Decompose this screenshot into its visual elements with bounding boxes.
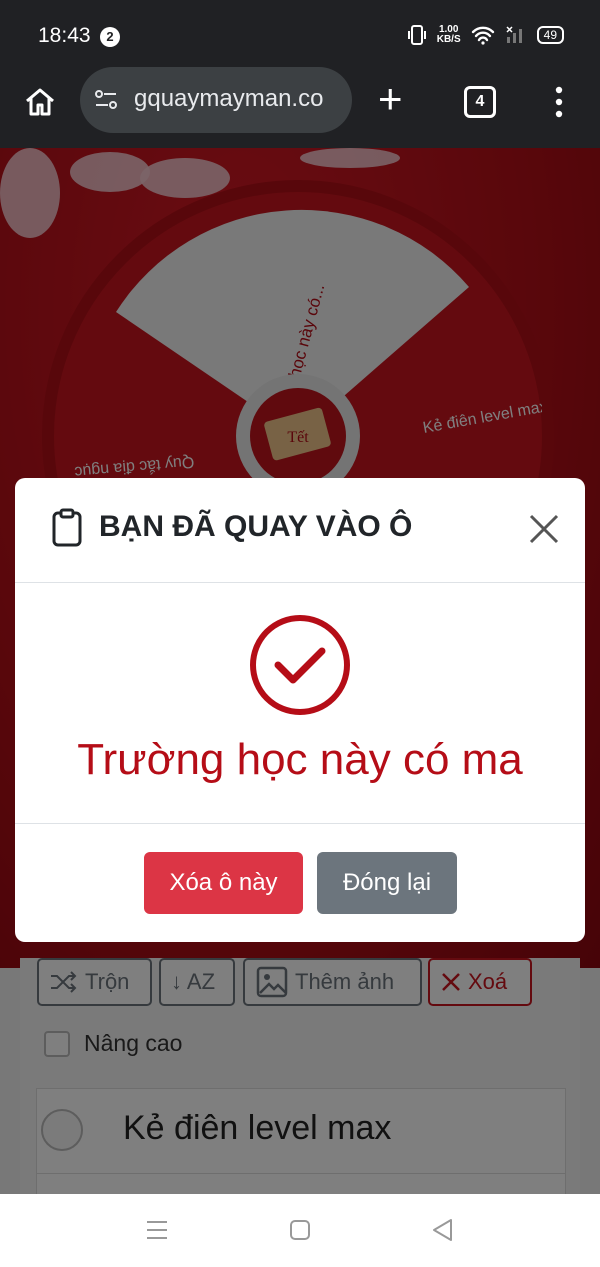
recents-icon[interactable] xyxy=(146,1220,168,1240)
url-text[interactable]: gquaymayman.co xyxy=(134,85,323,113)
system-nav-bar xyxy=(0,1194,600,1267)
status-time: 18:43 xyxy=(38,24,91,47)
net-speed-unit: KB/S xyxy=(436,34,461,45)
notification-badge: 2 xyxy=(100,27,120,47)
new-tab-icon[interactable]: + xyxy=(378,78,403,120)
delete-slot-button[interactable]: Xóa ô này xyxy=(144,852,303,914)
clipboard-icon xyxy=(52,508,82,547)
result-modal: BẠN ĐÃ QUAY VÀO Ô Trường học này có ma X… xyxy=(15,478,585,942)
close-button[interactable]: Đóng lại xyxy=(317,852,457,914)
status-bar: 18:43 2 1.00 KB/S 49 xyxy=(0,0,600,70)
net-speed: 1.00 KB/S xyxy=(437,25,461,45)
close-icon[interactable] xyxy=(527,512,561,546)
more-menu-icon[interactable] xyxy=(552,84,566,120)
home-icon[interactable] xyxy=(22,84,58,120)
address-bar[interactable]: gquaymayman.co xyxy=(80,67,352,133)
signal-icon xyxy=(506,26,522,43)
modal-footer: Xóa ô này Đóng lại xyxy=(15,824,585,942)
back-icon[interactable] xyxy=(431,1218,453,1242)
browser-toolbar: gquaymayman.co + 4 xyxy=(0,67,600,148)
check-circle-icon xyxy=(250,615,350,715)
vibrate-icon xyxy=(407,25,426,45)
tab-switcher-button[interactable]: 4 xyxy=(464,86,496,118)
wifi-icon xyxy=(471,26,494,45)
modal-header: BẠN ĐÃ QUAY VÀO Ô xyxy=(15,478,585,583)
site-settings-icon[interactable] xyxy=(92,86,120,114)
modal-title: BẠN ĐÃ QUAY VÀO Ô xyxy=(99,510,413,543)
modal-body: Trường học này có ma xyxy=(15,583,585,824)
battery-indicator: 49 xyxy=(536,26,564,44)
spin-result: Trường học này có ma xyxy=(77,735,523,784)
status-icons: 1.00 KB/S 49 xyxy=(407,24,564,46)
home-nav-icon[interactable] xyxy=(289,1219,311,1241)
